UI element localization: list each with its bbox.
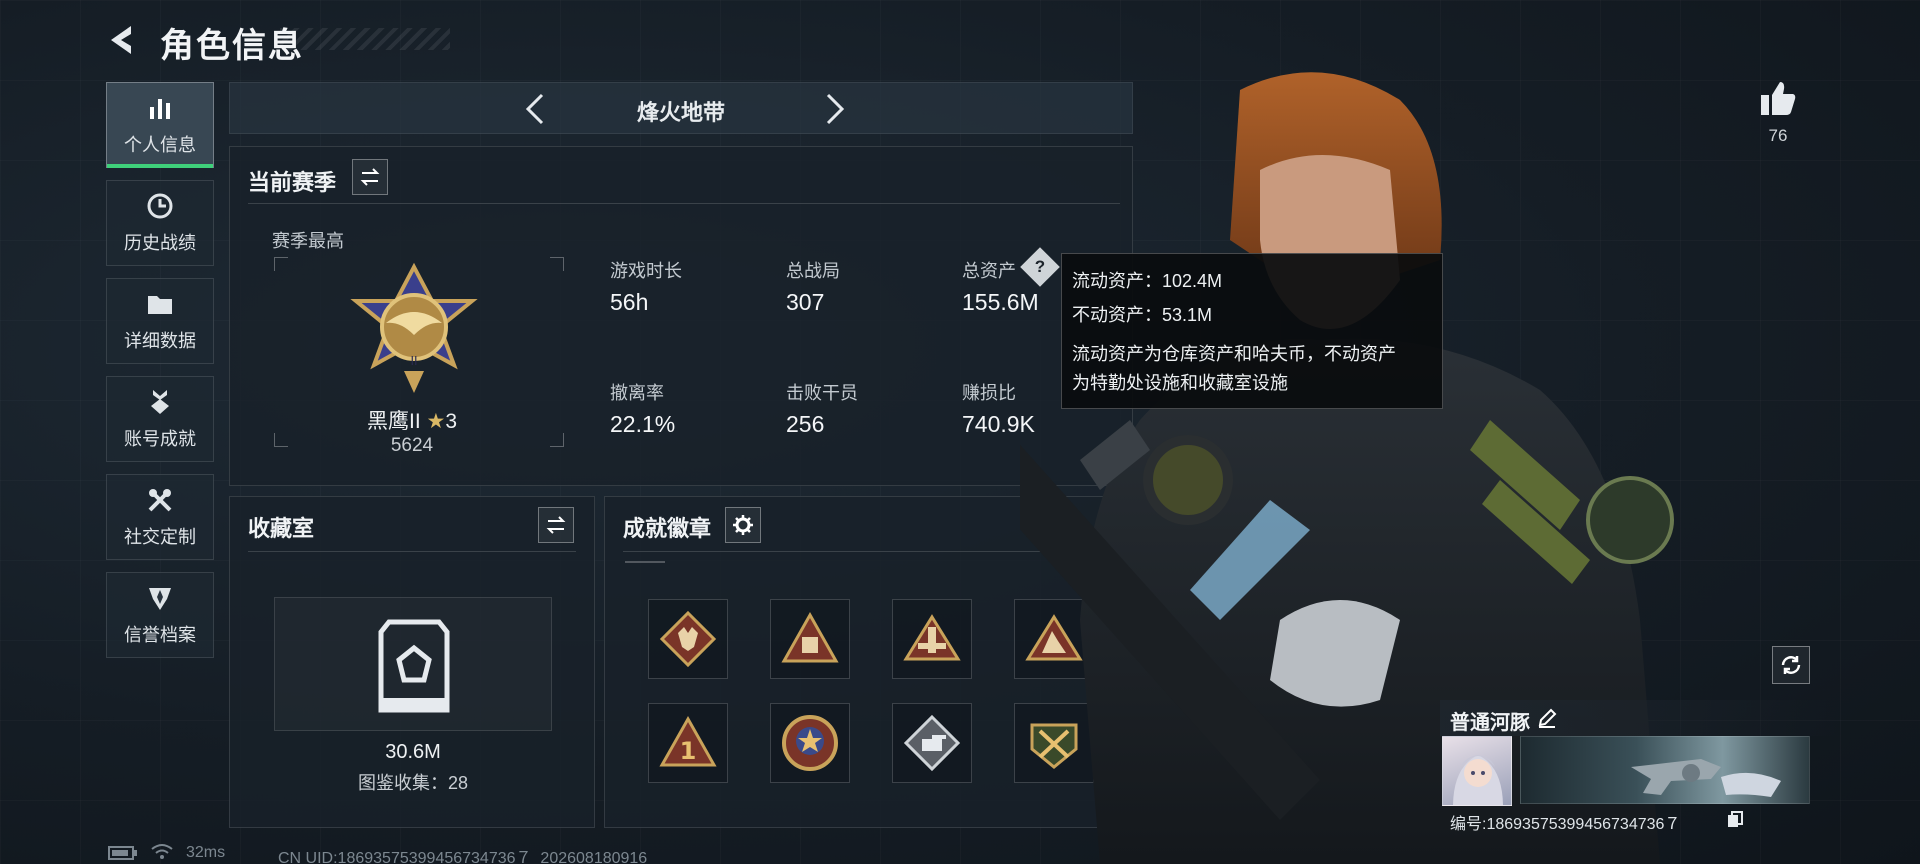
tooltip-description-line: 为特勤处设施和收藏室设施 [1072, 373, 1288, 393]
next-mode-arrow-icon[interactable] [816, 91, 852, 127]
season-highest-label: 赛季最高 [272, 231, 344, 251]
rank-emblem-icon: II [350, 262, 478, 393]
clock-icon [147, 193, 173, 219]
stat-value: 56h [610, 289, 649, 315]
nav-label: 历史战绩 [124, 233, 196, 253]
nav-item-detailed-data[interactable]: 详细数据 [106, 278, 214, 364]
divider [248, 551, 576, 552]
avatar-art-icon [1453, 755, 1503, 805]
tower-badge[interactable] [892, 599, 972, 679]
nav-item-personal-info[interactable]: 个人信息 [106, 82, 214, 168]
mode-selector: 烽火地带 [229, 82, 1133, 134]
svg-text:II: II [410, 354, 417, 368]
mode-name: 烽火地带 [636, 100, 725, 125]
tooltip-liquid-assets: 流动资产：102.4M [1072, 271, 1223, 291]
tooltip-description-line: 流动资产为仓库资产和哈夫币，不动资产 [1072, 344, 1396, 364]
tank-badge[interactable] [892, 703, 972, 783]
tools-icon [148, 489, 172, 512]
collection-preview[interactable] [274, 597, 552, 731]
profile-banner [1520, 736, 1810, 804]
tooltip-fixed-assets: 不动资产：53.1M [1072, 305, 1213, 325]
title-decoration [280, 28, 450, 50]
star-emblem-badge[interactable] [770, 703, 850, 783]
collection-title: 收藏室 [248, 516, 315, 541]
wifi-icon [151, 844, 173, 859]
stat-label: 总资产 [962, 261, 1016, 281]
uid-text: CN UID:18693575399456734736７_20260818091… [278, 850, 648, 864]
rank-name: 黑鹰II [366, 410, 421, 433]
stat-value: 256 [786, 411, 825, 437]
stat-label: 总战局 [786, 261, 840, 281]
switch-collection-button[interactable] [538, 507, 574, 543]
edit-pencil-icon[interactable] [1536, 707, 1558, 729]
collection-panel: 收藏室 30.6M 图鉴收集：28 [229, 496, 595, 828]
collection-value: 30.6M [385, 741, 441, 763]
season-title: 当前赛季 [248, 170, 337, 195]
badges-title: 成就徽章 [623, 516, 712, 541]
rank-score: 5624 [390, 435, 434, 456]
medal-icon [151, 390, 169, 414]
nav-label: 信誉档案 [124, 625, 196, 645]
display-case-icon [378, 619, 450, 713]
thumbs-up-icon[interactable] [1758, 78, 1798, 118]
divider [248, 203, 1120, 204]
wreck-badge[interactable] [770, 599, 850, 679]
decor-line [625, 561, 665, 563]
avatar[interactable] [1442, 736, 1512, 806]
battery-icon [108, 846, 137, 860]
revolver-banner-art [1631, 759, 1781, 797]
stat-label: 赚损比 [962, 383, 1016, 403]
star-icon: ★ [426, 410, 446, 433]
switch-season-button[interactable] [352, 159, 388, 195]
ping-text: 32ms [186, 844, 226, 861]
swap-icon [360, 168, 380, 186]
stat-value: 307 [786, 289, 825, 315]
nav-label: 账号成就 [124, 429, 196, 449]
folder-icon [148, 296, 172, 314]
number-one-badge[interactable]: 1 [648, 703, 728, 783]
nav-label: 详细数据 [124, 331, 196, 351]
collection-catalog: 图鉴收集：28 [357, 773, 469, 793]
nav-item-achievements[interactable]: 账号成就 [106, 376, 214, 462]
frame-corner [550, 257, 564, 271]
badge-settings-button[interactable] [725, 507, 761, 543]
player-id-label: 编号:18693575399456734736７ [1450, 816, 1681, 833]
refresh-button[interactable] [1772, 646, 1810, 684]
stat-value: 22.1% [610, 411, 676, 437]
season-panel: 当前赛季 赛季最高 II 黑鹰II ★3 5624 游戏时长 56h 总战局 3… [229, 146, 1133, 486]
player-nickname: 普通河豚 [1450, 712, 1530, 734]
like-count: 76 [1768, 126, 1788, 145]
wolf-badge[interactable] [648, 599, 728, 679]
nav-item-history[interactable]: 历史战绩 [106, 180, 214, 266]
back-arrow-icon[interactable] [105, 22, 141, 58]
refresh-icon [1781, 656, 1801, 674]
nav-label: 社交定制 [124, 527, 196, 547]
stat-label: 击败干员 [786, 383, 858, 403]
bar-chart-icon [150, 99, 170, 119]
rank-stars: 3 [445, 410, 458, 433]
swap-icon [546, 516, 566, 534]
nav-label: 个人信息 [124, 135, 196, 155]
nav-item-credit-file[interactable]: 信誉档案 [106, 572, 214, 658]
asset-tooltip: 流动资产：102.4M 不动资产：53.1M 流动资产为仓库资产和哈夫币，不动资… [1061, 253, 1443, 409]
rank-row: 黑鹰II ★3 [230, 405, 594, 435]
shield-icon [149, 588, 171, 610]
svg-text:1: 1 [680, 737, 697, 765]
stat-label: 游戏时长 [610, 261, 682, 281]
stat-label: 撤离率 [610, 383, 664, 403]
nav-item-social-custom[interactable]: 社交定制 [106, 474, 214, 560]
frame-corner [274, 257, 288, 271]
copy-icon[interactable] [1726, 810, 1744, 828]
gear-icon [733, 515, 753, 535]
